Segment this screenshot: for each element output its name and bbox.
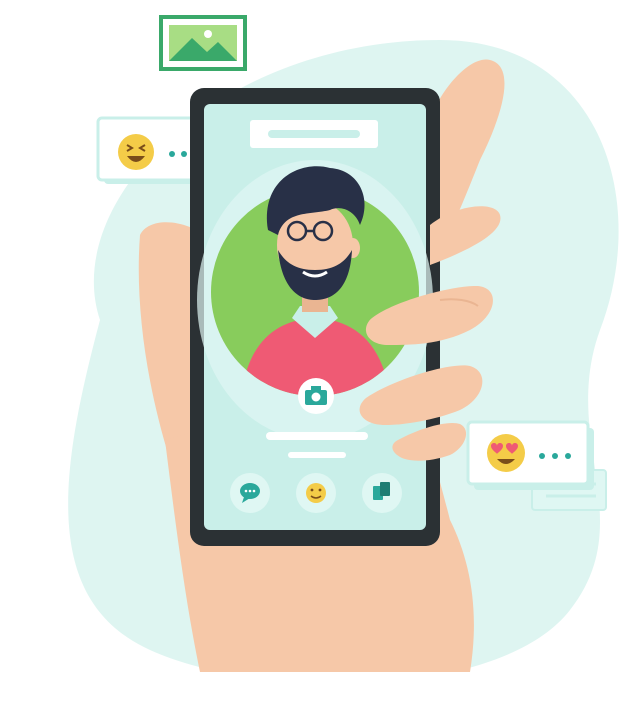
- copy-button[interactable]: [362, 473, 402, 513]
- subtitle-placeholder: [288, 452, 346, 458]
- chat-button[interactable]: [230, 473, 270, 513]
- camera-button[interactable]: [298, 378, 334, 414]
- emoji-button[interactable]: [296, 473, 336, 513]
- image-icon: [159, 15, 247, 71]
- laughing-emoji-icon: [118, 134, 154, 170]
- smiley-icon: [306, 483, 326, 503]
- wrist-cut: [200, 672, 470, 698]
- heart-eyes-emoji-icon: [487, 434, 525, 472]
- illustration-stage: [0, 0, 641, 708]
- name-placeholder: [266, 432, 368, 440]
- phone-profile-illustration: [68, 15, 619, 698]
